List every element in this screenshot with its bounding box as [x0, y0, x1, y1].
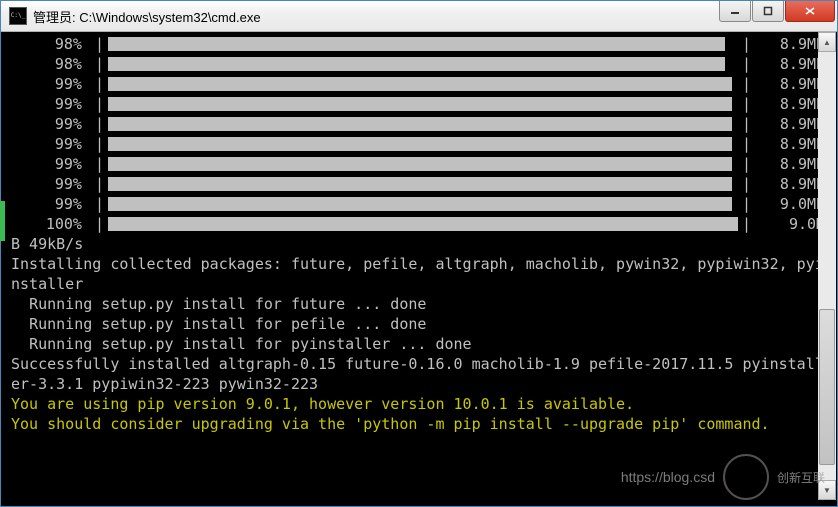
- scroll-thumb[interactable]: [819, 309, 835, 465]
- progress-percent: 98%: [11, 54, 91, 74]
- decorative-edge: [0, 201, 5, 241]
- progress-percent: 99%: [11, 114, 91, 134]
- progress-percent: 99%: [11, 154, 91, 174]
- console-line: Running setup.py install for pefile ... …: [11, 314, 827, 334]
- console-line: Running setup.py install for pyinstaller…: [11, 334, 827, 354]
- progress-percent: 100%: [11, 214, 91, 234]
- scroll-track[interactable]: [818, 52, 836, 480]
- progress-size: 8.9MB: [755, 94, 825, 114]
- console-line: Installing collected packages: future, p…: [11, 254, 827, 294]
- console-area[interactable]: 98% ||8.9MB98% ||8.9MB99% ||8.9MB99% ||8…: [7, 32, 831, 500]
- progress-bracket: |: [738, 134, 755, 154]
- progress-size: 8.9MB: [755, 114, 825, 134]
- progress-percent: 99%: [11, 94, 91, 114]
- progress-size: 8.9MB: [755, 54, 825, 74]
- progress-bracket: |: [91, 134, 108, 154]
- scroll-down-button[interactable]: ▼: [818, 480, 836, 500]
- progress-bar: [108, 177, 732, 191]
- progress-line: 99% ||8.9MB: [11, 174, 827, 194]
- progress-line: 99% ||8.9MB: [11, 134, 827, 154]
- console-line: B 49kB/s: [11, 234, 827, 254]
- window-controls: [718, 1, 835, 23]
- cmd-window: 管理员: C:\Windows\system32\cmd.exe 98% ||8…: [0, 0, 838, 507]
- scroll-up-button[interactable]: ▲: [818, 32, 836, 52]
- progress-percent: 99%: [11, 74, 91, 94]
- window-title: 管理员: C:\Windows\system32\cmd.exe: [33, 7, 718, 26]
- progress-bracket: |: [91, 154, 108, 174]
- progress-bar: [108, 157, 732, 171]
- progress-percent: 99%: [11, 134, 91, 154]
- progress-bracket: |: [91, 214, 108, 234]
- progress-bracket: |: [738, 154, 755, 174]
- progress-bracket: |: [91, 34, 108, 54]
- progress-bracket: |: [738, 174, 755, 194]
- progress-size: 8.9MB: [755, 74, 825, 94]
- progress-bracket: |: [91, 194, 108, 214]
- progress-line: 99% ||8.9MB: [11, 94, 827, 114]
- console-line: You are using pip version 9.0.1, however…: [11, 394, 827, 414]
- progress-bar: [108, 37, 725, 51]
- progress-bracket: |: [738, 94, 755, 114]
- progress-bracket: |: [91, 114, 108, 134]
- console-output: 98% ||8.9MB98% ||8.9MB99% ||8.9MB99% ||8…: [7, 32, 831, 438]
- progress-bar: [108, 217, 738, 231]
- progress-percent: 99%: [11, 194, 91, 214]
- progress-percent: 98%: [11, 34, 91, 54]
- progress-line: 98% ||8.9MB: [11, 54, 827, 74]
- maximize-button[interactable]: [752, 1, 784, 22]
- cmd-icon: [9, 7, 27, 25]
- progress-bar: [108, 57, 725, 71]
- progress-size: 8.9MB: [755, 174, 825, 194]
- progress-bar: [108, 117, 732, 131]
- progress-bar: [108, 77, 732, 91]
- progress-line: 99% ||8.9MB: [11, 74, 827, 94]
- progress-size: 8.9MB: [755, 34, 825, 54]
- progress-size: 9.0M: [755, 214, 825, 234]
- progress-bracket: |: [91, 174, 108, 194]
- progress-bracket: |: [738, 34, 755, 54]
- minimize-button[interactable]: [719, 1, 751, 22]
- progress-percent: 99%: [11, 174, 91, 194]
- titlebar[interactable]: 管理员: C:\Windows\system32\cmd.exe: [1, 1, 837, 32]
- progress-bracket: |: [738, 74, 755, 94]
- progress-bracket: |: [738, 194, 755, 214]
- progress-line: 100% ||9.0M: [11, 214, 827, 234]
- progress-size: 9.0MB: [755, 194, 825, 214]
- progress-size: 8.9MB: [755, 154, 825, 174]
- progress-bracket: |: [738, 114, 755, 134]
- progress-line: 98% ||8.9MB: [11, 34, 827, 54]
- progress-bracket: |: [738, 214, 755, 234]
- progress-line: 99% ||8.9MB: [11, 114, 827, 134]
- progress-line: 99% ||8.9MB: [11, 154, 827, 174]
- progress-bracket: |: [91, 94, 108, 114]
- progress-bar: [108, 197, 732, 211]
- progress-bar: [108, 137, 732, 151]
- console-line: You should consider upgrading via the 'p…: [11, 414, 827, 434]
- console-line: Running setup.py install for future ... …: [11, 294, 827, 314]
- close-button[interactable]: [785, 1, 835, 22]
- progress-bracket: |: [91, 74, 108, 94]
- progress-line: 99% ||9.0MB: [11, 194, 827, 214]
- progress-bar: [108, 97, 732, 111]
- progress-bracket: |: [91, 54, 108, 74]
- progress-bracket: |: [738, 54, 755, 74]
- vertical-scrollbar[interactable]: ▲ ▼: [818, 32, 836, 500]
- progress-size: 8.9MB: [755, 134, 825, 154]
- console-line: Successfully installed altgraph-0.15 fut…: [11, 354, 827, 394]
